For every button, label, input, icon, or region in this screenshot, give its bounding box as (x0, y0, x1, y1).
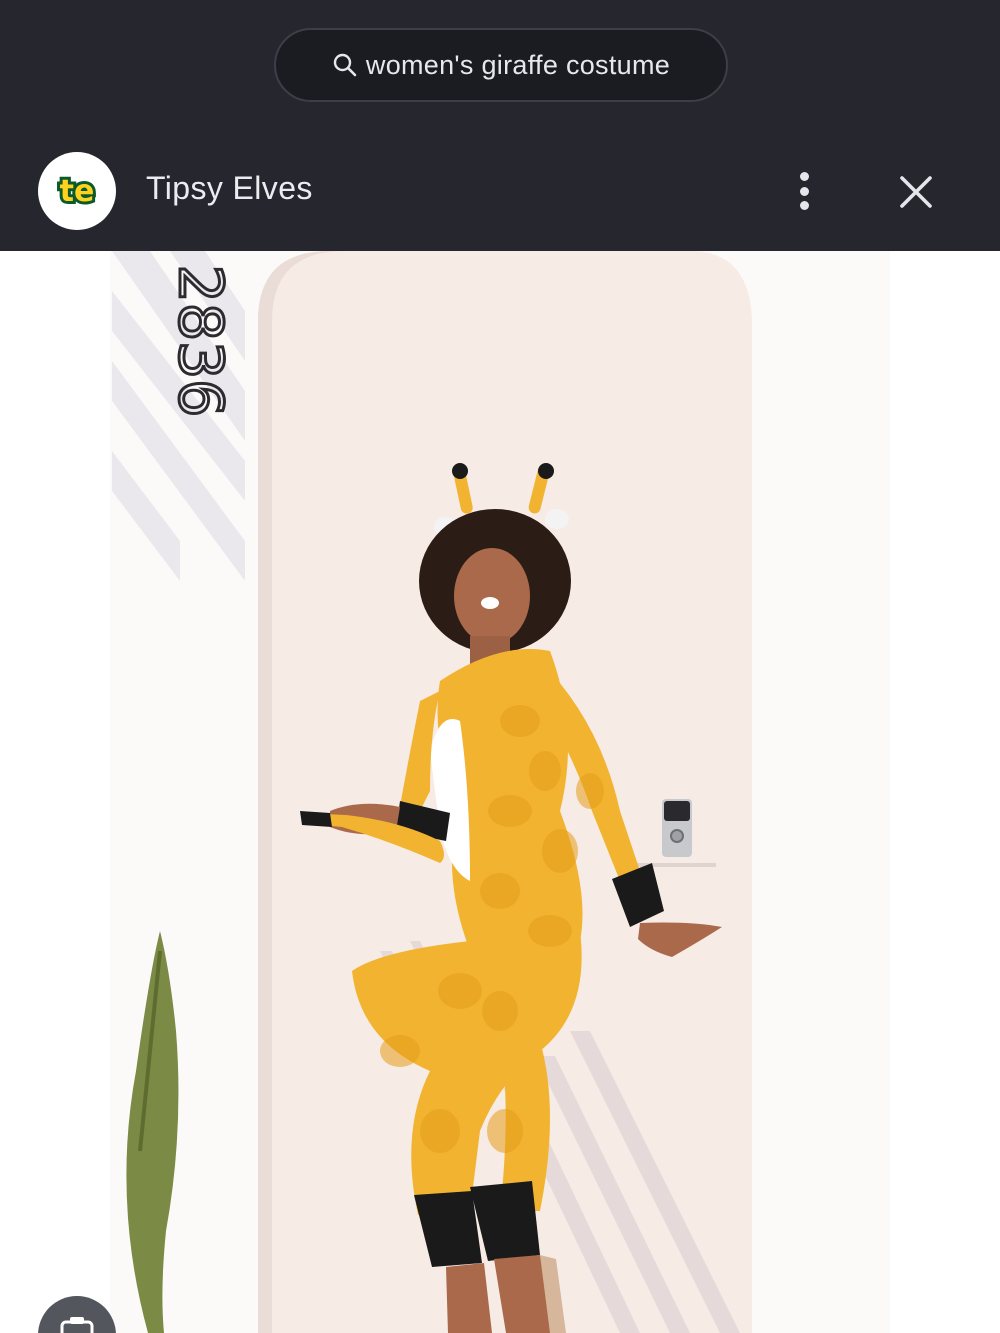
more-vert-icon (799, 172, 809, 181)
app-header: women's giraffe costume te Tipsy Elves (0, 0, 1000, 251)
search-query-text: women's giraffe costume (365, 49, 671, 80)
search-icon (333, 53, 357, 77)
tipsy-elves-logo-icon: te (57, 171, 98, 211)
product-photo[interactable]: 2836 (0, 251, 1000, 1333)
giraffe-costume-photo: 2836 (0, 251, 1000, 1333)
source-name[interactable]: Tipsy Elves (146, 170, 313, 207)
logo-text: te (60, 174, 95, 209)
source-logo[interactable]: te (38, 152, 116, 230)
close-icon (900, 176, 932, 208)
lens-icon (60, 1317, 94, 1333)
house-number: 2836 (165, 265, 235, 418)
more-options-button[interactable] (786, 168, 822, 214)
search-query-pill[interactable]: women's giraffe costume (274, 28, 728, 102)
source-row: te Tipsy Elves (0, 150, 1000, 232)
close-button[interactable] (892, 168, 940, 216)
